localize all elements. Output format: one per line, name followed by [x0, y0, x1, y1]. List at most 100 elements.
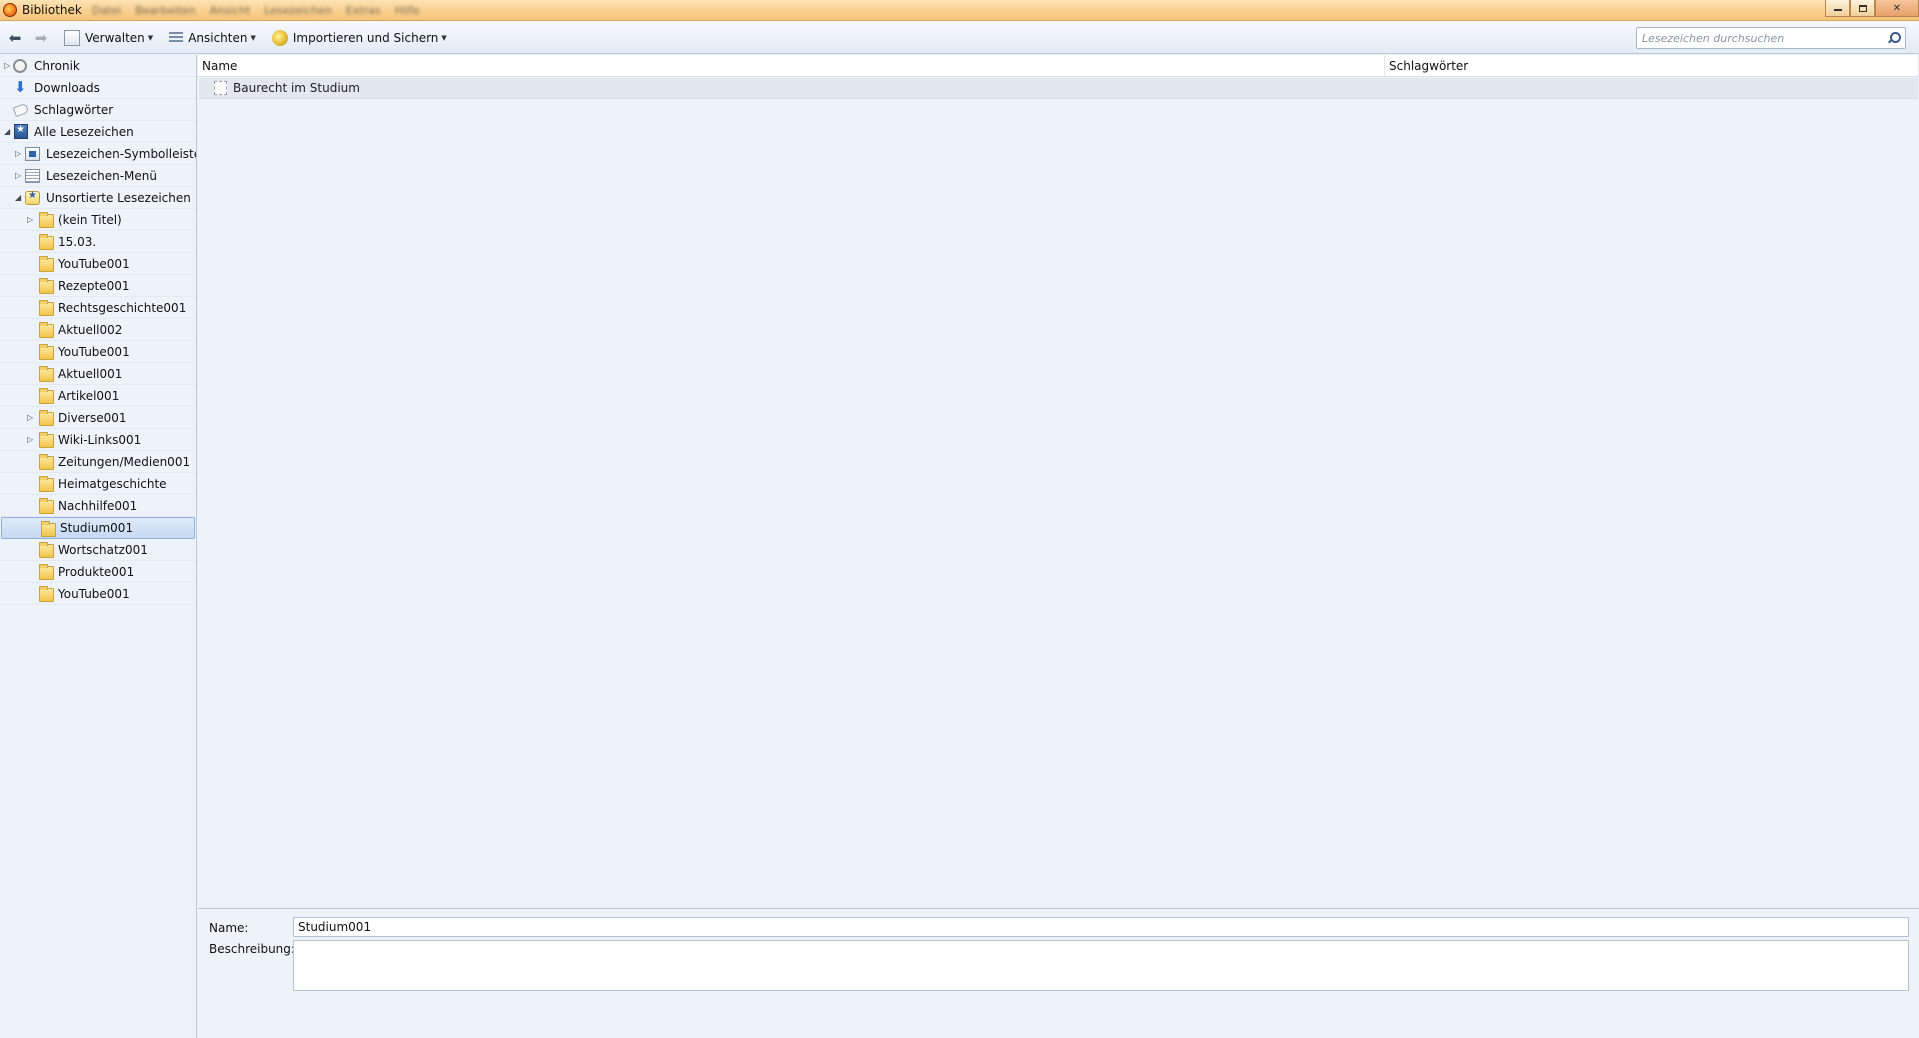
- folder-icon: [39, 454, 54, 470]
- tree-item-folder[interactable]: ▷ Diverse001: [0, 407, 196, 429]
- folder-icon: [39, 410, 54, 426]
- tree-item-tags[interactable]: Schlagwörter: [0, 99, 196, 121]
- tree-item-folder[interactable]: Studium001: [1, 517, 195, 539]
- tree-item-folder[interactable]: Heimatgeschichte: [0, 473, 196, 495]
- column-name-header[interactable]: Name: [198, 55, 1385, 77]
- tree-item-label: YouTube001: [58, 344, 130, 359]
- description-field[interactable]: [293, 940, 1909, 991]
- arrow-right-icon: ➡: [34, 28, 48, 47]
- tree-item-history[interactable]: ▷ Chronik: [0, 55, 196, 77]
- search-box: [1636, 27, 1906, 49]
- folder-icon: [39, 432, 54, 448]
- tree-item-folder[interactable]: 15.03.: [0, 231, 196, 253]
- tree-item-label: YouTube001: [58, 256, 130, 271]
- menu-item[interactable]: Datei: [92, 4, 121, 17]
- folder-icon: [39, 366, 54, 382]
- expand-icon[interactable]: ▷: [4, 61, 12, 70]
- tree-item-folder[interactable]: Zeitungen/Medien001: [0, 451, 196, 473]
- tree-item-folder[interactable]: Rezepte001: [0, 275, 196, 297]
- title-bar: Bibliothek Datei Bearbeiten Ansicht Lese…: [0, 0, 1919, 21]
- tree-item-label: (kein Titel): [58, 212, 122, 227]
- maximize-button[interactable]: [1850, 0, 1875, 17]
- menu-item[interactable]: Bearbeiten: [135, 4, 195, 17]
- tree-item-folder[interactable]: Wortschatz001: [0, 539, 196, 561]
- menu-item[interactable]: Ansicht: [210, 4, 251, 17]
- column-tags-header[interactable]: Schlagwörter: [1385, 55, 1919, 77]
- dropdown-arrow-icon: ▼: [147, 33, 154, 42]
- tree-item-folder[interactable]: Artikel001: [0, 385, 196, 407]
- tree-item-bookmarks-menu[interactable]: ▷ Lesezeichen-Menü: [0, 165, 196, 187]
- page-icon: [214, 81, 227, 95]
- tree-item-label: Heimatgeschichte: [58, 476, 167, 491]
- views-menu-button[interactable]: Ansichten ▼: [165, 26, 260, 50]
- folder-icon: [39, 256, 54, 272]
- tree-item-label: Wortschatz001: [58, 542, 148, 557]
- forward-button[interactable]: ➡: [30, 27, 52, 49]
- name-field[interactable]: [293, 917, 1909, 937]
- tree-item-folder[interactable]: YouTube001: [0, 253, 196, 275]
- expand-icon[interactable]: ▷: [15, 149, 23, 158]
- menu-item[interactable]: Lesezeichen: [264, 4, 332, 17]
- tree-item-label: Studium001: [60, 521, 134, 535]
- list-item[interactable]: Baurecht im Studium: [199, 78, 1918, 99]
- tree-item-folder[interactable]: ▷ Wiki-Links001: [0, 429, 196, 451]
- tree-item-unsorted-bookmarks[interactable]: ◢ Unsortierte Lesezeichen: [0, 187, 196, 209]
- folder-icon: [39, 388, 54, 404]
- tree-item-label: Lesezeichen-Menü: [46, 168, 157, 183]
- minimize-button[interactable]: [1825, 0, 1850, 17]
- import-backup-menu-button[interactable]: Importieren und Sichern ▼: [268, 26, 451, 50]
- folder-icon: [39, 322, 54, 338]
- tree-item-folder[interactable]: Produkte001: [0, 561, 196, 583]
- close-button[interactable]: ✕: [1875, 0, 1919, 17]
- arrow-left-icon: ⬅: [8, 28, 22, 47]
- expand-icon[interactable]: ▷: [27, 435, 35, 444]
- folder-icon: [39, 564, 54, 580]
- folder-icon: [39, 542, 54, 558]
- bookmark-name: Baurecht im Studium: [233, 81, 360, 95]
- folder-icon: [39, 300, 54, 316]
- tree-item-folder[interactable]: Rechtsgeschichte001: [0, 297, 196, 319]
- tree-item-label: Wiki-Links001: [58, 432, 142, 447]
- tree-item-folder[interactable]: Aktuell001: [0, 363, 196, 385]
- firefox-icon: [3, 3, 17, 17]
- tree-item-bookmarks-toolbar[interactable]: ▷ Lesezeichen-Symbolleiste: [0, 143, 196, 165]
- expand-icon[interactable]: ▷: [27, 413, 35, 422]
- expand-icon[interactable]: ▷: [27, 215, 35, 224]
- organize-label: Verwalten: [85, 30, 145, 45]
- window-controls: ✕: [1825, 0, 1919, 18]
- tree-item-label: Downloads: [34, 80, 100, 95]
- tree-item-label: Zeitungen/Medien001: [58, 454, 191, 469]
- search-icon[interactable]: [1885, 30, 1901, 46]
- minimize-icon: [1833, 9, 1842, 11]
- tree-item-folder[interactable]: Nachhilfe001: [0, 495, 196, 517]
- tree-item-folder[interactable]: ▷ (kein Titel): [0, 209, 196, 231]
- collapse-icon[interactable]: ◢: [15, 193, 23, 202]
- folder-icon: [39, 586, 54, 602]
- tree-item-all-bookmarks[interactable]: ◢ Alle Lesezeichen: [0, 121, 196, 143]
- tree-item-folder[interactable]: Aktuell002: [0, 319, 196, 341]
- collapse-icon[interactable]: ◢: [4, 127, 12, 136]
- folder-icon: [41, 521, 56, 537]
- organize-menu-button[interactable]: Verwalten ▼: [60, 26, 157, 50]
- tree-item-label: Unsortierte Lesezeichen: [46, 190, 191, 205]
- toolbar: ⬅ ➡ Verwalten ▼ Ansichten ▼ Importieren …: [0, 22, 1919, 54]
- folder-icon: [39, 344, 54, 360]
- views-label: Ansichten: [188, 30, 248, 45]
- tree-item-label: Aktuell002: [58, 322, 123, 337]
- bookmarks-toolbar-icon: [25, 146, 40, 161]
- download-icon: [14, 78, 29, 96]
- menu-item[interactable]: Extras: [346, 4, 381, 17]
- tree-item-downloads[interactable]: Downloads: [0, 77, 196, 99]
- folder-icon: [39, 234, 54, 250]
- tree-item-folder[interactable]: YouTube001: [0, 341, 196, 363]
- tree-item-label: Chronik: [34, 58, 80, 73]
- views-icon: [169, 31, 184, 44]
- tree-item-label: Aktuell001: [58, 366, 123, 381]
- search-input[interactable]: [1642, 29, 1885, 47]
- menu-item[interactable]: Hilfe: [395, 4, 420, 17]
- tree-item-folder[interactable]: YouTube001: [0, 583, 196, 605]
- expand-icon[interactable]: ▷: [15, 171, 23, 180]
- menu-bar: Datei Bearbeiten Ansicht Lesezeichen Ext…: [92, 4, 420, 17]
- back-button[interactable]: ⬅: [4, 27, 26, 49]
- tree-item-label: Nachhilfe001: [58, 498, 138, 513]
